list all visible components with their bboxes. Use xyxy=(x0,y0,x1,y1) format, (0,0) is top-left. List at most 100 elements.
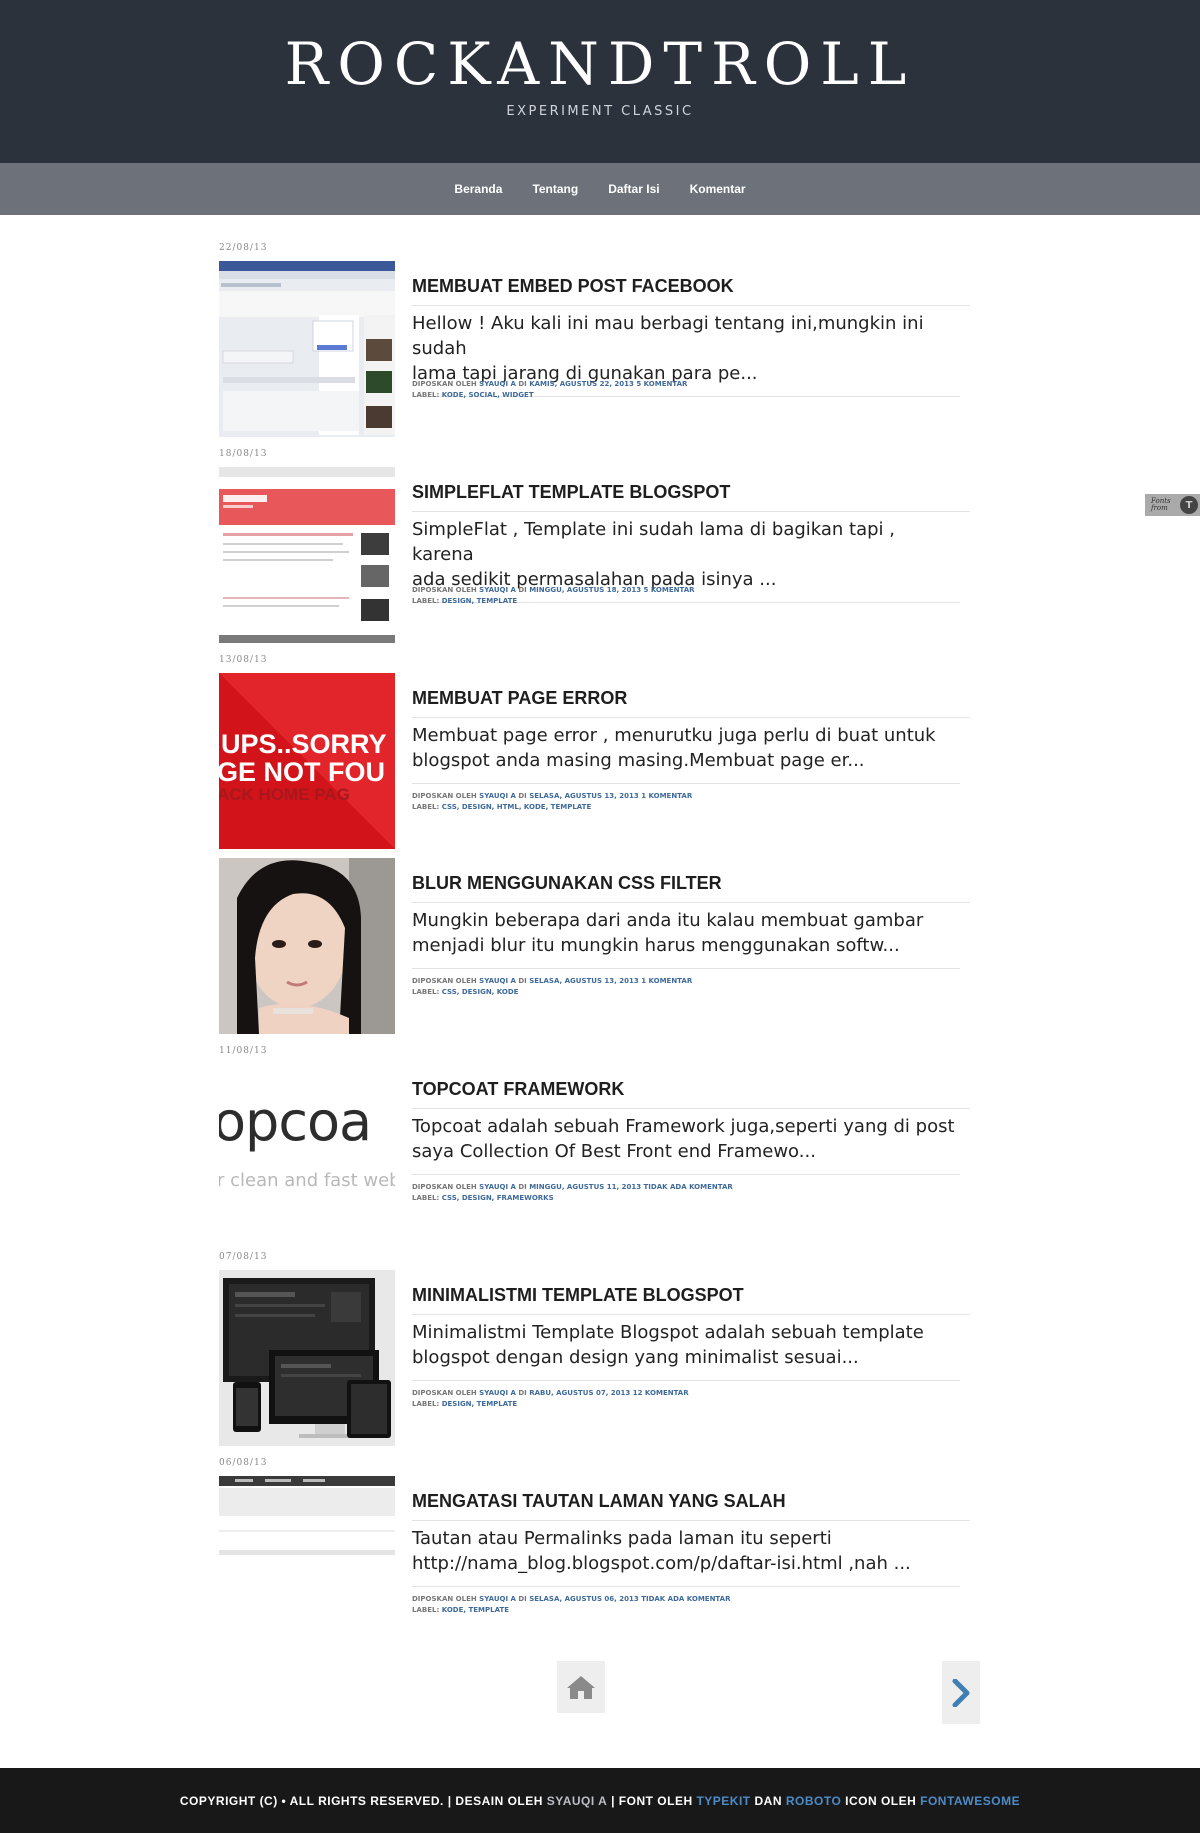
post-thumbnail[interactable]: UPS..SORRY GE NOT FOU ACK HOME PAG xyxy=(219,673,395,849)
post-labels[interactable]: Css, Design, Kode xyxy=(442,988,519,996)
post-thumbnail[interactable] xyxy=(219,467,395,643)
post-timestamp[interactable]: Minggu, Agustus 11, 2013 xyxy=(529,1183,641,1191)
post-comments[interactable]: 5 komentar xyxy=(636,380,687,388)
excerpt-line: Membuat page error , menurutku juga perl… xyxy=(412,725,936,746)
nav-item-komentar[interactable]: Komentar xyxy=(675,182,761,196)
excerpt-line: Hellow ! Aku kali ini mau berbagi tentan… xyxy=(412,313,924,359)
post-item: 22/08/13 Membuat Embed Post Facebook Hel… xyxy=(219,243,973,438)
post-timestamp[interactable]: Selasa, Agustus 13, 2013 xyxy=(529,792,639,800)
at-label: di xyxy=(518,586,527,594)
post-author[interactable]: Syauqi A xyxy=(479,1183,516,1191)
post-item: Blur Menggunakan CSS Filter Mungkin bebe… xyxy=(219,840,973,1035)
nav-item-daftar-isi[interactable]: Daftar Isi xyxy=(593,182,674,196)
site-title[interactable]: ROCKANDTROLL xyxy=(0,28,1200,100)
post-comments[interactable]: Tidak ada komentar xyxy=(641,1595,730,1603)
footer-and: dan xyxy=(754,1793,782,1808)
footer-copyright: Copyright (c) • All Rights Reserved. | D… xyxy=(179,1793,543,1808)
main-nav: Beranda Tentang Daftar Isi Komentar xyxy=(0,163,1200,215)
excerpt-line: Tautan atau Permalinks pada laman itu se… xyxy=(412,1528,832,1549)
post-thumbnail[interactable] xyxy=(219,858,395,1034)
chevron-right-icon xyxy=(952,1678,970,1707)
post-title[interactable]: Mengatasi Tautan Laman Yang Salah xyxy=(412,1491,970,1521)
post-author[interactable]: Syauqi A xyxy=(479,1389,516,1397)
post-comments[interactable]: 1 komentar xyxy=(641,977,692,985)
post-author[interactable]: Syauqi A xyxy=(479,1595,516,1603)
post-title[interactable]: Blur Menggunakan CSS Filter xyxy=(412,873,970,903)
post-author[interactable]: Syauqi A xyxy=(479,380,516,388)
post-thumbnail[interactable] xyxy=(219,261,395,437)
post-labels[interactable]: Css, Design, Html, Kode, Template xyxy=(442,803,592,811)
post-comments[interactable]: Tidak ada komentar xyxy=(644,1183,733,1191)
post-title[interactable]: Membuat Embed Post Facebook xyxy=(412,276,970,306)
post-item: 11/08/13 opcoa r clean and fast web Topc… xyxy=(219,1046,973,1241)
post-thumbnail[interactable] xyxy=(219,1476,395,1652)
nav-item-beranda[interactable]: Beranda xyxy=(439,182,517,196)
post-date: 22/08/13 xyxy=(219,243,268,253)
post-excerpt: Tautan atau Permalinks pada laman itu se… xyxy=(412,1526,960,1587)
post-meta: Diposkan oleh Syauqi A di Rabu, Agustus … xyxy=(412,1388,972,1410)
post-labels[interactable]: Kode, Social, Widget xyxy=(442,391,534,399)
home-button[interactable] xyxy=(557,1661,605,1713)
post-item: 18/08/13 SimpleFlat Template Blogspot Si… xyxy=(219,449,973,644)
post-labels[interactable]: Kode, Template xyxy=(442,1606,509,1614)
footer-fontawesome-link[interactable]: FontAwesome xyxy=(920,1794,1020,1808)
excerpt-line: SimpleFlat , Template ini sudah lama di … xyxy=(412,519,896,565)
post-timestamp[interactable]: Selasa, Agustus 13, 2013 xyxy=(529,977,639,985)
typekit-logo-icon: T xyxy=(1180,496,1198,514)
post-item: 13/08/13 UPS..SORRY GE NOT FOU ACK HOME … xyxy=(219,655,973,850)
post-author[interactable]: Syauqi A xyxy=(479,792,516,800)
at-label: di xyxy=(518,380,527,388)
post-date: 11/08/13 xyxy=(219,1046,268,1056)
post-title[interactable]: MinimalistMi Template Blogspot xyxy=(412,1285,970,1315)
posted-by-label: Diposkan oleh xyxy=(412,1595,477,1603)
post-title[interactable]: Topcoat Framework xyxy=(412,1079,970,1109)
post-thumbnail[interactable] xyxy=(219,1270,395,1446)
post-timestamp[interactable]: Rabu, Agustus 07, 2013 xyxy=(529,1389,630,1397)
site-footer: Copyright (c) • All Rights Reserved. | D… xyxy=(0,1768,1200,1833)
posted-by-label: Diposkan oleh xyxy=(412,1389,477,1397)
post-thumbnail[interactable]: opcoa r clean and fast web xyxy=(219,1064,395,1240)
post-comments[interactable]: 1 komentar xyxy=(641,792,692,800)
post-title[interactable]: Membuat Page Error xyxy=(412,688,970,718)
fonts-from-badge[interactable]: Fonts from T xyxy=(1145,494,1200,516)
post-timestamp[interactable]: Kamis, Agustus 22, 2013 xyxy=(529,380,634,388)
post-date: 07/08/13 xyxy=(219,1252,268,1262)
thumb-text: opcoa xyxy=(219,1090,372,1153)
post-author[interactable]: Syauqi A xyxy=(479,586,516,594)
post-meta: Diposkan oleh Syauqi A di Minggu, Agustu… xyxy=(412,1182,972,1204)
post-timestamp[interactable]: Selasa, Agustus 06, 2013 xyxy=(529,1595,639,1603)
post-comments[interactable]: 5 komentar xyxy=(644,586,695,594)
footer-typekit-link[interactable]: Typekit xyxy=(696,1794,750,1808)
label-label: Label: xyxy=(412,1606,440,1614)
excerpt-line: menjadi blur itu mungkin harus menggunak… xyxy=(412,935,900,956)
footer-roboto-link[interactable]: Roboto xyxy=(786,1794,841,1808)
post-labels[interactable]: Design, Template xyxy=(442,597,517,605)
post-item: 06/08/13 Mengatasi Tautan Laman Yang Sal… xyxy=(219,1458,973,1653)
fonts-from-label: Fonts from xyxy=(1151,497,1171,512)
nav-item-tentang[interactable]: Tentang xyxy=(517,182,593,196)
label-label: Label: xyxy=(412,391,440,399)
label-label: Label: xyxy=(412,597,440,605)
post-timestamp[interactable]: Minggu, Agustus 18, 2013 xyxy=(529,586,641,594)
site-subtitle: EXPERIMENT CLASSIC xyxy=(506,104,694,119)
label-label: Label: xyxy=(412,1194,440,1202)
posted-by-label: Diposkan oleh xyxy=(412,586,477,594)
next-page-button[interactable] xyxy=(942,1661,980,1724)
post-comments[interactable]: 12 komentar xyxy=(633,1389,689,1397)
post-labels[interactable]: Design, Template xyxy=(442,1400,517,1408)
posted-by-label: Diposkan oleh xyxy=(412,792,477,800)
post-title[interactable]: SimpleFlat Template Blogspot xyxy=(412,482,970,512)
at-label: di xyxy=(518,792,527,800)
footer-designer-link[interactable]: Syauqi A xyxy=(547,1794,607,1808)
post-date: 13/08/13 xyxy=(219,655,268,665)
post-author[interactable]: Syauqi A xyxy=(479,977,516,985)
thumb-text: r clean and fast web xyxy=(219,1170,395,1191)
post-excerpt: Membuat page error , menurutku juga perl… xyxy=(412,723,960,784)
excerpt-line: Minimalistmi Template Blogspot adalah se… xyxy=(412,1322,924,1343)
posted-by-label: Diposkan oleh xyxy=(412,1183,477,1191)
home-icon xyxy=(567,1676,595,1699)
excerpt-line: http://nama_blog.blogspot.com/p/daftar-i… xyxy=(412,1553,911,1574)
post-excerpt: Minimalistmi Template Blogspot adalah se… xyxy=(412,1320,960,1381)
post-labels[interactable]: Css, Design, Frameworks xyxy=(442,1194,554,1202)
thumb-text: UPS..SORRY xyxy=(221,729,387,759)
